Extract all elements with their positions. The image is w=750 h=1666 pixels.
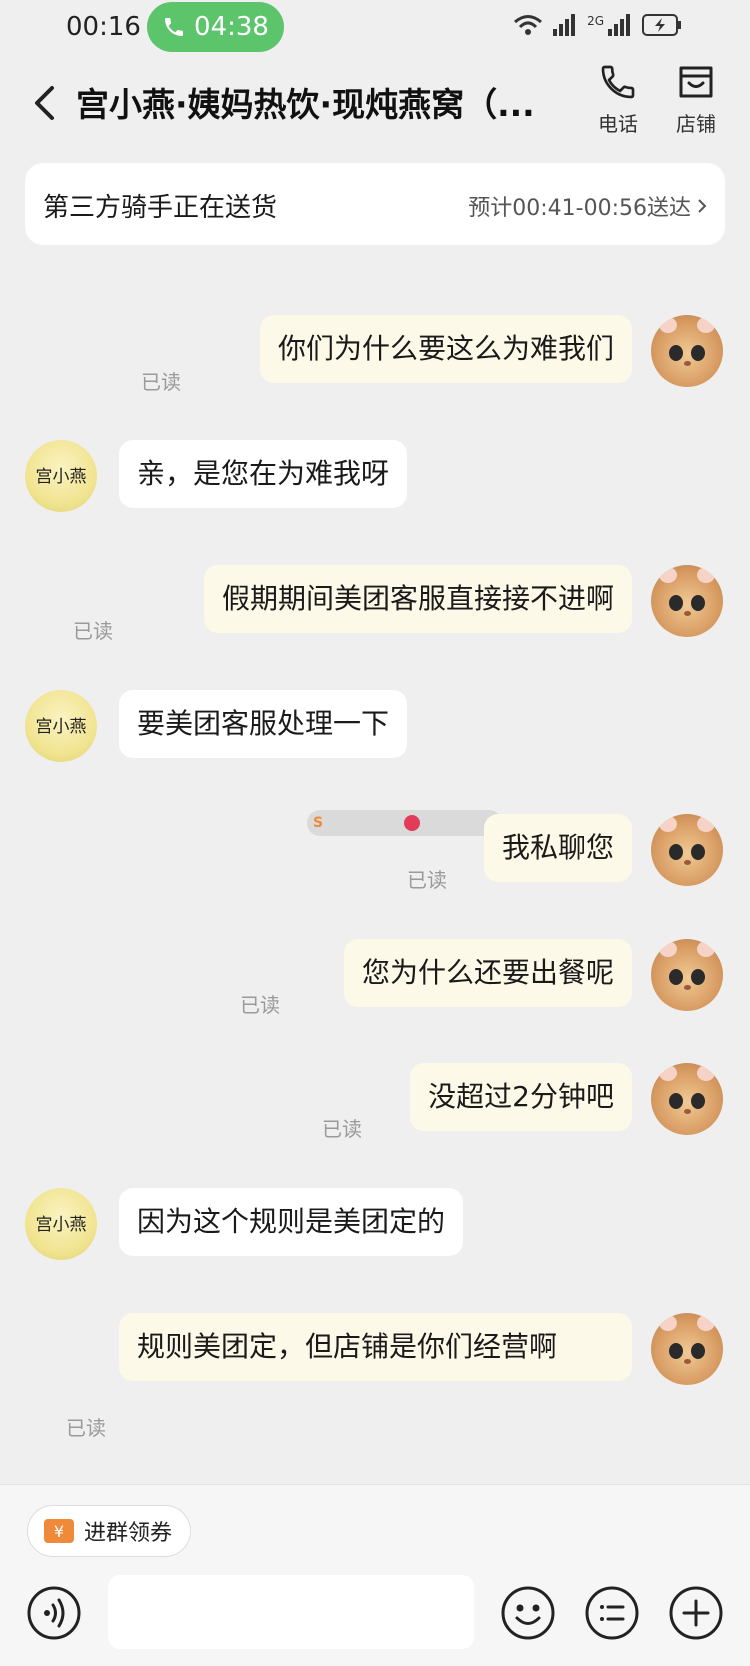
voice-icon bbox=[27, 1586, 81, 1640]
shop-avatar[interactable]: 宫小燕 bbox=[25, 690, 97, 762]
status-time: 00:16 bbox=[66, 12, 141, 42]
network-type: 2G bbox=[587, 14, 604, 28]
shop-avatar[interactable]: 宫小燕 bbox=[25, 1188, 97, 1260]
shop-avatar-logo: 宫小燕 bbox=[35, 1215, 87, 1235]
message-bubble[interactable]: 您为什么还要出餐呢 bbox=[343, 939, 632, 1007]
store-icon bbox=[679, 66, 713, 98]
read-receipt: 已读 bbox=[322, 1117, 362, 1141]
user-avatar[interactable] bbox=[651, 565, 723, 637]
read-receipt: 已读 bbox=[66, 1416, 106, 1440]
plus-icon bbox=[669, 1586, 723, 1640]
message-bubble[interactable]: 我私聊您 bbox=[483, 814, 632, 882]
coupon-label: 进群领券 bbox=[84, 1521, 173, 1546]
message-bubble[interactable]: 要美团客服处理一下 bbox=[119, 690, 408, 758]
input-area: ¥ 进群领券 bbox=[0, 1484, 750, 1666]
coupon-icon: ¥ bbox=[44, 1519, 74, 1543]
signal-icon-2 bbox=[608, 14, 630, 36]
message-bubble[interactable]: 你们为什么要这么为难我们 bbox=[259, 315, 632, 383]
delivery-status-card[interactable]: 第三方骑手正在送货 预计00:41-00:56送达 bbox=[25, 163, 725, 245]
wifi-icon bbox=[514, 15, 543, 35]
emoji-icon bbox=[501, 1586, 555, 1640]
ongoing-call-pill[interactable]: 04:38 bbox=[147, 2, 284, 52]
status-bar: 00:16 04:38 2G bbox=[0, 0, 750, 56]
page-title: 宫小燕·姨妈热饮·现炖燕窝（... bbox=[76, 85, 535, 124]
delivery-eta: 预计00:41-00:56送达 bbox=[468, 190, 707, 222]
shop-avatar[interactable]: 宫小燕 bbox=[25, 440, 97, 512]
battery-charging-icon bbox=[642, 14, 681, 36]
phone-button[interactable]: 电话 bbox=[582, 62, 654, 137]
store-label: 店铺 bbox=[676, 112, 716, 136]
shop-avatar-logo: 宫小燕 bbox=[35, 467, 87, 487]
user-avatar[interactable] bbox=[651, 315, 723, 387]
delivery-eta-text: 预计00:41-00:56送达 bbox=[468, 196, 691, 221]
message-bubble[interactable]: 因为这个规则是美团定的 bbox=[119, 1188, 464, 1256]
signal-icon bbox=[553, 14, 576, 36]
list-icon bbox=[585, 1586, 639, 1640]
read-receipt: 已读 bbox=[240, 993, 280, 1017]
watermark: S bbox=[307, 810, 502, 836]
call-duration: 04:38 bbox=[194, 12, 269, 42]
phone-icon bbox=[165, 18, 184, 36]
user-avatar[interactable] bbox=[651, 1313, 723, 1385]
message-bubble[interactable]: 没超过2分钟吧 bbox=[410, 1063, 632, 1131]
read-receipt: 已读 bbox=[73, 619, 113, 643]
store-button[interactable]: 店铺 bbox=[660, 62, 732, 137]
shop-avatar-logo: 宫小燕 bbox=[35, 717, 87, 737]
message-bubble[interactable]: 规则美团定，但店铺是你们经营啊 bbox=[119, 1313, 632, 1381]
emoji-button[interactable] bbox=[500, 1585, 556, 1641]
more-options-button[interactable] bbox=[668, 1585, 724, 1641]
join-group-coupon-button[interactable]: ¥ 进群领券 bbox=[27, 1505, 192, 1557]
phone-icon bbox=[601, 65, 635, 99]
system-icons: 2G bbox=[513, 14, 682, 36]
delivery-status: 第三方骑手正在送货 bbox=[43, 193, 278, 223]
message-input[interactable] bbox=[108, 1575, 474, 1649]
chat-header: 宫小燕·姨妈热饮·现炖燕窝（... 电话 店铺 bbox=[0, 56, 750, 156]
user-avatar[interactable] bbox=[651, 814, 723, 886]
user-avatar[interactable] bbox=[651, 939, 723, 1011]
user-avatar[interactable] bbox=[651, 1063, 723, 1135]
phone-label: 电话 bbox=[598, 112, 638, 136]
back-button[interactable] bbox=[24, 78, 64, 128]
message-bubble[interactable]: 假期期间美团客服直接接不进啊 bbox=[203, 565, 632, 633]
chevron-right-icon bbox=[698, 199, 707, 213]
chevron-left-icon bbox=[35, 86, 54, 120]
message-bubble[interactable]: 亲，是您在为难我呀 bbox=[119, 440, 408, 508]
read-receipt: 已读 bbox=[141, 370, 181, 394]
read-receipt: 已读 bbox=[407, 868, 447, 892]
quick-reply-button[interactable] bbox=[584, 1585, 640, 1641]
voice-input-button[interactable] bbox=[26, 1585, 82, 1641]
